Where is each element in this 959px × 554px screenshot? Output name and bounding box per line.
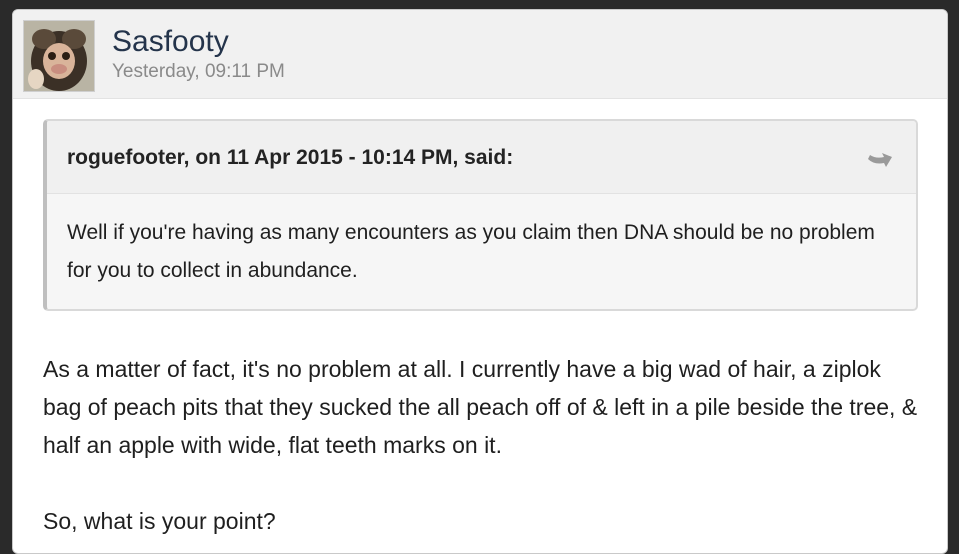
post-paragraph: As a matter of fact, it's no problem at …: [43, 356, 918, 458]
avatar[interactable]: [23, 20, 95, 92]
author-name[interactable]: Sasfooty: [112, 24, 229, 60]
quote-return-icon[interactable]: [864, 145, 896, 169]
quote-header: roguefooter, on 11 Apr 2015 - 10:14 PM, …: [47, 121, 916, 194]
post-body: As a matter of fact, it's no problem at …: [43, 350, 923, 540]
quote-block: roguefooter, on 11 Apr 2015 - 10:14 PM, …: [43, 119, 918, 311]
quote-citation: roguefooter, on 11 Apr 2015 - 10:14 PM, …: [67, 146, 514, 169]
forum-post: Sasfooty Yesterday, 09:11 PM roguefooter…: [12, 9, 948, 554]
quote-text: Well if you're having as many encounters…: [67, 221, 875, 282]
post-timestamp: Yesterday, 09:11 PM: [112, 61, 285, 82]
monkey-avatar-icon: [24, 21, 94, 91]
post-paragraph: So, what is your point?: [43, 508, 276, 534]
post-header: Sasfooty Yesterday, 09:11 PM: [13, 10, 947, 99]
